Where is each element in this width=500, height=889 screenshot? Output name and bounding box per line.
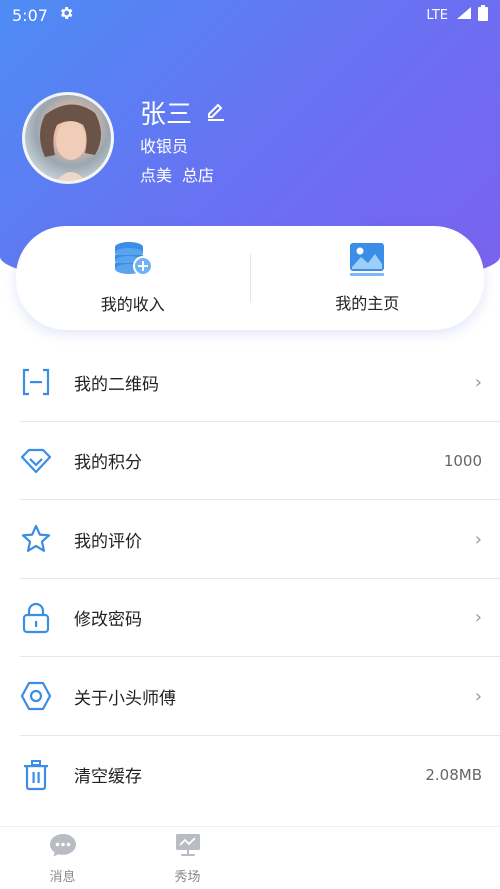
coins-plus-icon [113, 241, 153, 281]
settings-menu: 我的二维码 › 我的积分 1000 我的评价 › 修改密码 › 关于小头师傅 ›… [0, 343, 500, 814]
tab-label: 消息 [49, 869, 76, 885]
chevron-right-icon: › [474, 371, 482, 393]
edit-pencil-icon[interactable] [206, 98, 226, 128]
menu-item-label: 我的评价 [74, 531, 142, 552]
presentation-icon [175, 832, 201, 862]
chat-icon [49, 832, 77, 862]
user-store: 点美 总店 [140, 162, 214, 186]
user-name-text: 张三 [140, 100, 193, 130]
menu-item-label: 清空缓存 [74, 767, 142, 788]
cache-size: 2.08MB [425, 765, 482, 784]
chevron-right-icon: › [474, 528, 482, 550]
menu-item-label: 关于小头师傅 [74, 688, 176, 709]
menu-item-qrcode[interactable]: 我的二维码 › [0, 343, 500, 422]
status-time: 5:07 [12, 5, 48, 25]
user-role: 收银员 [140, 137, 189, 156]
my-homepage-label: 我的主页 [335, 294, 400, 313]
settings-gear-icon [58, 5, 74, 25]
shortcut-card: 我的收入 我的主页 [16, 226, 484, 330]
battery-icon [478, 5, 488, 25]
menu-item-clear-cache[interactable]: 清空缓存 2.08MB [0, 736, 500, 815]
menu-item-label: 我的二维码 [74, 374, 159, 395]
bottom-tab-bar: 消息 秀场 [0, 826, 500, 889]
menu-item-label: 我的积分 [74, 453, 142, 474]
my-homepage-button[interactable]: 我的主页 [251, 226, 485, 330]
menu-item-about[interactable]: 关于小头师傅 › [0, 657, 500, 736]
chevron-right-icon: › [474, 685, 482, 707]
my-income-button[interactable]: 我的收入 [16, 226, 250, 330]
menu-item-reviews[interactable]: 我的评价 › [0, 500, 500, 579]
menu-item-points[interactable]: 我的积分 1000 [0, 422, 500, 501]
menu-item-change-password[interactable]: 修改密码 › [0, 579, 500, 658]
network-type: LTE [426, 7, 448, 23]
store-branch: 总店 [182, 166, 215, 185]
status-bar: 5:07 LTE [0, 0, 500, 30]
tab-label: 秀场 [174, 869, 201, 885]
avatar[interactable] [22, 92, 114, 184]
signal-icon [456, 6, 472, 24]
lock-icon [20, 602, 52, 634]
star-icon [20, 523, 52, 555]
trash-icon [20, 759, 52, 791]
my-income-label: 我的收入 [100, 295, 165, 314]
user-name: 张三 [140, 94, 226, 131]
tab-messages[interactable]: 消息 [0, 827, 125, 889]
gallery-icon [349, 242, 385, 280]
points-value: 1000 [443, 451, 482, 470]
qrcode-icon [20, 366, 52, 398]
tab-showroom[interactable]: 秀场 [125, 827, 250, 889]
chevron-right-icon: › [474, 607, 482, 629]
hexagon-icon [20, 680, 52, 712]
menu-item-label: 修改密码 [74, 610, 142, 631]
store-brand: 点美 [140, 166, 173, 185]
diamond-icon [20, 445, 52, 477]
